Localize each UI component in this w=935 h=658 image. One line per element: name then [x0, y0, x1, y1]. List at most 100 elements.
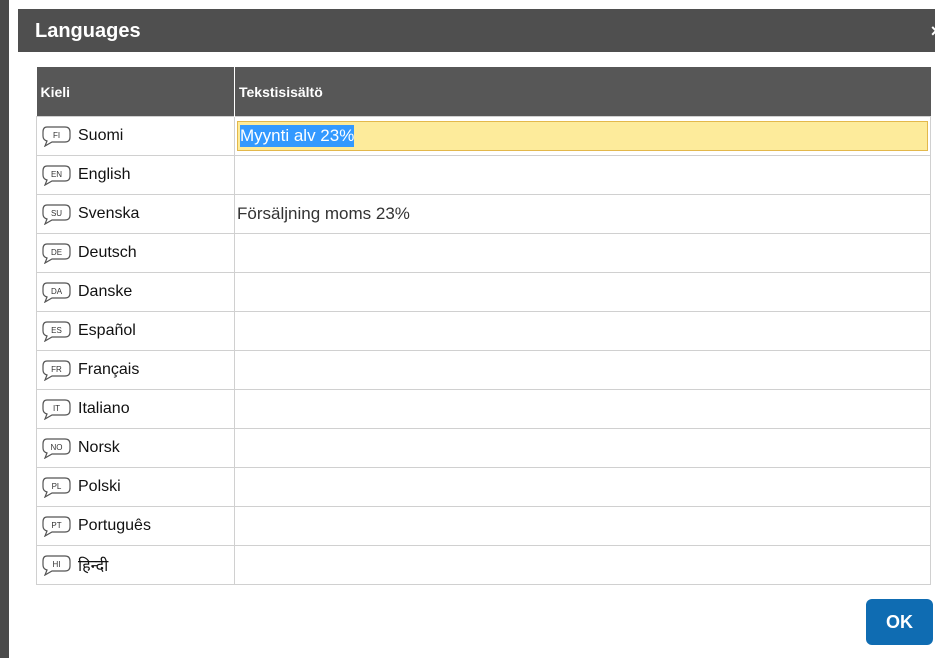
language-label-group: DA Danske — [37, 281, 234, 303]
language-cell: FR Français — [36, 350, 235, 390]
text-content-cell[interactable] — [234, 155, 931, 195]
dialog-titlebar[interactable]: Languages × — [18, 9, 935, 52]
text-content-cell[interactable] — [234, 467, 931, 507]
language-label-group: EN English — [37, 164, 234, 186]
language-label-group: NO Norsk — [37, 437, 234, 459]
table-body: FI Suomi Myynti alv 23% EN English SU Svenska F… — [36, 116, 931, 585]
table-row: IT Italiano — [36, 389, 931, 429]
speech-bubble-icon-shape: NO — [42, 438, 71, 459]
language-name: Polski — [78, 478, 121, 495]
language-name: English — [78, 166, 131, 183]
language-label-group: IT Italiano — [37, 398, 234, 420]
language-cell: DE Deutsch — [36, 233, 235, 273]
text-content-cell[interactable] — [234, 350, 931, 390]
language-label-group: PL Polski — [37, 476, 234, 498]
speech-bubble-icon: EN — [41, 164, 71, 186]
language-label-group: HI हिन्दी — [37, 554, 234, 576]
text-content-cell[interactable]: Försäljning moms 23% — [234, 194, 931, 234]
language-name: Danske — [78, 283, 133, 300]
language-name: Português — [78, 517, 151, 534]
table-row: SU Svenska Försäljning moms 23% — [36, 194, 931, 234]
language-label-group: FR Français — [37, 359, 234, 381]
speech-bubble-icon-shape: ES — [42, 321, 71, 342]
language-label-group: FI Suomi — [37, 125, 234, 147]
text-content-input[interactable]: Myynti alv 23% — [237, 121, 928, 151]
speech-bubble-icon: DE — [41, 242, 71, 264]
languages-table: Kieli Tekstisisältö FI Suomi Myynti alv 23… — [36, 67, 931, 585]
language-cell: FI Suomi — [36, 116, 235, 156]
text-content-value: Försäljning moms 23% — [237, 204, 410, 223]
text-content-cell[interactable] — [234, 545, 931, 585]
speech-bubble-icon-shape: SU — [42, 204, 71, 225]
text-content-cell[interactable] — [234, 506, 931, 546]
ok-button[interactable]: OK — [866, 599, 933, 645]
language-code: NO — [51, 443, 63, 452]
language-code: ES — [51, 326, 62, 335]
language-cell: PT Português — [36, 506, 235, 546]
speech-bubble-icon-shape: IT — [42, 399, 71, 420]
speech-bubble-icon-shape: PL — [42, 477, 71, 498]
language-name: Français — [78, 361, 140, 378]
language-label-group: PT Português — [37, 515, 234, 537]
table-row: PL Polski — [36, 467, 931, 507]
language-name: Svenska — [78, 205, 140, 222]
speech-bubble-icon: ES — [41, 320, 71, 342]
table-row: NO Norsk — [36, 428, 931, 468]
language-code: FI — [53, 131, 60, 140]
text-content-cell[interactable] — [234, 311, 931, 351]
language-name: Deutsch — [78, 244, 137, 261]
selected-text: Myynti alv 23% — [240, 125, 355, 147]
table-row: DA Danske — [36, 272, 931, 312]
speech-bubble-icon-shape: HI — [42, 555, 71, 576]
language-code: HI — [53, 560, 61, 569]
language-code: SU — [51, 209, 62, 218]
language-cell: IT Italiano — [36, 389, 235, 429]
table-row: ES Español — [36, 311, 931, 351]
speech-bubble-icon: FR — [41, 359, 71, 381]
column-header-text-content: Tekstisisältö — [234, 67, 931, 117]
language-label-group: SU Svenska — [37, 203, 234, 225]
speech-bubble-icon: PT — [41, 515, 71, 537]
speech-bubble-icon: FI — [41, 125, 71, 147]
speech-bubble-icon: NO — [41, 437, 71, 459]
language-code: DE — [51, 248, 62, 257]
table-row: HI हिन्दी — [36, 545, 931, 585]
speech-bubble-icon-shape: FR — [42, 360, 71, 381]
language-code: IT — [53, 404, 60, 413]
table-row: EN English — [36, 155, 931, 195]
table-row: DE Deutsch — [36, 233, 931, 273]
language-cell: EN English — [36, 155, 235, 195]
language-cell: NO Norsk — [36, 428, 235, 468]
close-icon[interactable]: × — [928, 21, 935, 41]
table-header-row: Kieli Tekstisisältö — [36, 67, 931, 117]
language-name: Español — [78, 322, 136, 339]
speech-bubble-icon: DA — [41, 281, 71, 303]
language-code: PT — [51, 521, 61, 530]
language-cell: SU Svenska — [36, 194, 235, 234]
speech-bubble-icon-shape: PT — [42, 516, 71, 537]
text-content-cell[interactable]: Myynti alv 23% — [234, 116, 931, 156]
language-cell: PL Polski — [36, 467, 235, 507]
text-content-cell[interactable] — [234, 233, 931, 273]
speech-bubble-icon-shape: FI — [42, 126, 71, 147]
language-label-group: ES Español — [37, 320, 234, 342]
language-code: DA — [51, 287, 63, 296]
languages-dialog: Languages × Kieli Tekstisisältö FI Suomi M… — [0, 0, 935, 658]
text-content-cell[interactable] — [234, 272, 931, 312]
language-name: Norsk — [78, 439, 120, 456]
table-row: FR Français — [36, 350, 931, 390]
language-name: Italiano — [78, 400, 130, 417]
table-row: FI Suomi Myynti alv 23% — [36, 116, 931, 156]
text-content-cell[interactable] — [234, 428, 931, 468]
language-name: हिन्दी — [78, 558, 109, 575]
speech-bubble-icon-shape: DA — [42, 282, 71, 303]
dialog-title: Languages — [35, 20, 141, 42]
language-name: Suomi — [78, 127, 124, 144]
speech-bubble-icon-shape: DE — [42, 243, 71, 264]
language-code: EN — [51, 170, 62, 179]
speech-bubble-icon: HI — [41, 554, 71, 576]
language-cell: DA Danske — [36, 272, 235, 312]
speech-bubble-icon: PL — [41, 476, 71, 498]
column-header-language: Kieli — [36, 67, 235, 117]
text-content-cell[interactable] — [234, 389, 931, 429]
